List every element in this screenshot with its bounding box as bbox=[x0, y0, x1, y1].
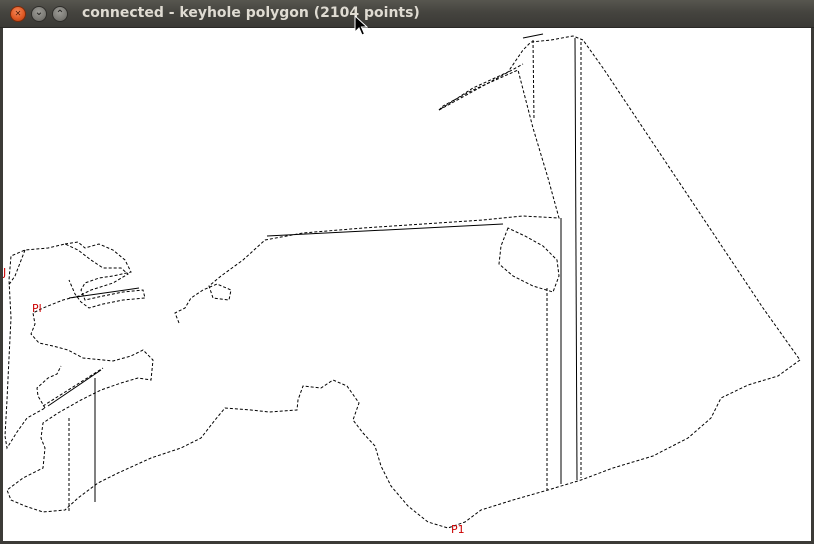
polygon-outline-upper bbox=[36, 35, 801, 409]
keyhole-cut-4 bbox=[266, 223, 504, 237]
title-bar[interactable]: ✕ ⌄ ⌃ connected - keyhole polygon (2104 … bbox=[0, 0, 814, 28]
keyhole-cut-5 bbox=[47, 369, 102, 407]
polygon-drawing: Pl P1 J bbox=[3, 33, 801, 536]
minimize-icon: ⌄ bbox=[34, 7, 44, 18]
vertex-label-left: Pl bbox=[32, 302, 42, 315]
polygon-canvas[interactable]: Pl P1 J bbox=[3, 28, 811, 541]
vertex-label-edge: J bbox=[3, 266, 6, 279]
vertex-label-bottom: P1 bbox=[451, 523, 465, 536]
maximize-button[interactable]: ⌃ bbox=[52, 6, 68, 22]
polygon-inner-loop bbox=[498, 227, 560, 293]
polygon-outline-main bbox=[4, 243, 801, 529]
keyhole-connector-dashed-1 bbox=[532, 39, 535, 121]
polygon-small-features bbox=[7, 241, 146, 309]
polygon-bridge-top bbox=[438, 63, 524, 111]
keyhole-cut-2 bbox=[574, 37, 578, 481]
window-title: connected - keyhole polygon (2104 points… bbox=[82, 5, 420, 21]
maximize-icon: ⌃ bbox=[55, 9, 65, 20]
mouse-pointer-icon bbox=[354, 15, 368, 36]
close-icon: ✕ bbox=[14, 9, 22, 18]
application-window: ✕ ⌄ ⌃ connected - keyhole polygon (2104 … bbox=[0, 0, 814, 544]
keyhole-cut-6 bbox=[68, 287, 140, 299]
keyhole-cut-7 bbox=[522, 33, 544, 39]
close-button[interactable]: ✕ bbox=[10, 6, 26, 22]
minimize-button[interactable]: ⌄ bbox=[31, 6, 47, 22]
keyhole-connector-dashed-5 bbox=[42, 367, 104, 407]
